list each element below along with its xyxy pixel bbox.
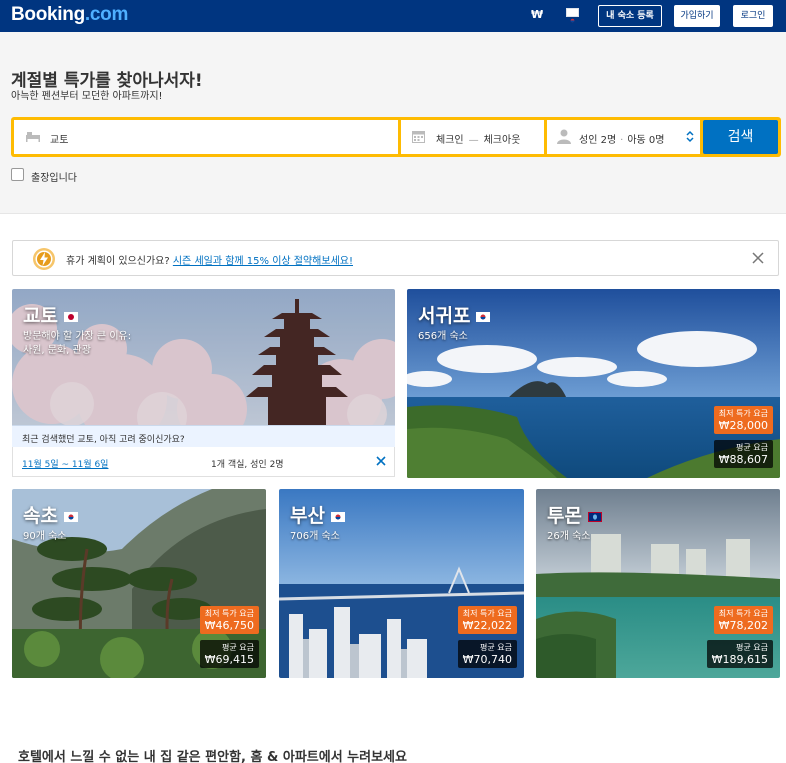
homes-section-heading: 호텔에서 느낄 수 없는 내 집 같은 편안함, 홈 & 아파트에서 누려보세요 xyxy=(18,750,407,763)
currency-selector[interactable]: ₩ xyxy=(531,8,543,21)
average-price-badge: 평균 요금 ₩88,607 xyxy=(713,440,773,468)
banner-link[interactable]: 시즌 세일과 함께 15% 이상 절약해보세요! xyxy=(173,256,353,267)
language-flag-icon[interactable] xyxy=(566,8,579,23)
search-bar: 교토 체크인 — 체크아웃 성인 2명 · 아동 0명 검색 xyxy=(11,117,781,157)
average-price-badge: 평균 요금 ₩70,740 xyxy=(457,640,517,668)
register-button[interactable]: 가입하기 xyxy=(674,5,720,27)
date-field[interactable]: 체크인 — 체크아웃 xyxy=(401,120,544,154)
deal-price-badge: 최저 특가 요금 ₩46,750 xyxy=(199,606,259,634)
destination-field[interactable]: 교토 xyxy=(14,120,398,154)
deal-price-badge: 최저 특가 요금 ₩78,202 xyxy=(713,606,773,634)
close-icon[interactable] xyxy=(752,252,764,264)
guest-separator: · xyxy=(620,135,624,146)
tumon-title: 투몬 xyxy=(547,501,602,528)
booking-logo[interactable]: Booking.com xyxy=(11,4,128,26)
lightning-deal-icon xyxy=(33,248,55,270)
tumon-property-count: 26개 숙소 xyxy=(547,531,591,542)
sokcho-property-count: 90개 숙소 xyxy=(23,531,67,542)
kyoto-title: 교토 xyxy=(23,301,78,328)
hero-subtitle: 아늑한 펜션부터 모던한 아파트까지! xyxy=(11,91,163,102)
japan-flag-icon xyxy=(63,311,78,322)
checkin-label: 체크인 xyxy=(436,135,464,146)
destination-card-seogwipo[interactable]: 서귀포 656개 숙소 최저 특가 요금 ₩28,000 평균 요금 ₩88,607 xyxy=(407,289,780,478)
business-trip-label: 출장입니다 xyxy=(31,173,77,184)
busan-title: 부산 xyxy=(290,501,345,528)
close-icon[interactable] xyxy=(376,456,386,466)
destination-value: 교토 xyxy=(50,135,69,146)
seogwipo-property-count: 656개 숙소 xyxy=(418,331,468,342)
checkout-label: 체크아웃 xyxy=(483,135,521,146)
list-property-button[interactable]: 내 숙소 등록 xyxy=(598,5,662,27)
business-trip-checkbox[interactable] xyxy=(11,168,24,181)
date-separator: — xyxy=(468,135,479,146)
chevron-updown-icon xyxy=(686,130,694,143)
destination-card-tumon[interactable]: 투몬 26개 숙소 최저 특가 요금 ₩78,202 평균 요금 ₩189,615 xyxy=(536,489,780,678)
recent-search-dates[interactable]: 11월 5일 ~ 11월 6일 xyxy=(22,457,108,470)
destination-card-kyoto[interactable]: 교토 방문해야 할 가장 큰 이유: 사원, 문화, 관광 최근 검색했던 교토… xyxy=(12,289,395,478)
calendar-icon xyxy=(412,131,425,143)
kyoto-reason-line2: 사원, 문화, 관광 xyxy=(23,345,91,356)
guam-flag-icon xyxy=(587,511,602,522)
korea-flag-icon xyxy=(330,511,345,522)
guests-field[interactable]: 성인 2명 · 아동 0명 xyxy=(547,120,700,154)
logo-suffix: .com xyxy=(84,4,129,25)
seogwipo-title: 서귀포 xyxy=(418,301,491,328)
deal-price-badge: 최저 특가 요금 ₩28,000 xyxy=(713,406,773,434)
busan-property-count: 706개 숙소 xyxy=(290,531,340,542)
sokcho-title: 속초 xyxy=(23,501,78,528)
bed-icon xyxy=(26,132,40,142)
recent-search-guests: 1개 객실, 성인 2명 xyxy=(211,460,284,470)
search-button[interactable]: 검색 xyxy=(703,120,778,154)
recent-search-details: 11월 5일 ~ 11월 6일 1개 객실, 성인 2명 xyxy=(12,447,395,477)
top-navigation-bar: Booking.com ₩ 내 숙소 등록 가입하기 로그인 xyxy=(0,0,786,32)
children-value: 아동 0명 xyxy=(627,135,665,146)
average-price-badge: 평균 요금 ₩69,415 xyxy=(199,640,259,668)
kyoto-reason-line1: 방문해야 할 가장 큰 이유: xyxy=(23,331,132,342)
search-hero: 계절별 특가를 찾아나서자! 아늑한 펜션부터 모던한 아파트까지! 교토 체크… xyxy=(0,32,786,214)
logo-text: Booking xyxy=(11,4,85,25)
promo-banner: 휴가 계획이 있으신가요? 시즌 세일과 함께 15% 이상 절약해보세요! xyxy=(12,240,779,276)
average-price-badge: 평균 요금 ₩189,615 xyxy=(706,640,773,668)
destination-card-sokcho[interactable]: 속초 90개 숙소 최저 특가 요금 ₩46,750 평균 요금 ₩69,415 xyxy=(12,489,266,678)
recent-search-prompt: 최근 검색했던 교토, 아직 고려 중이신가요? xyxy=(12,425,395,447)
korea-flag-icon xyxy=(63,511,78,522)
banner-text: 휴가 계획이 있으신가요? xyxy=(66,256,170,267)
adults-value: 성인 2명 xyxy=(579,135,617,146)
korea-flag-icon xyxy=(476,311,491,322)
person-icon xyxy=(557,129,571,144)
destination-card-busan[interactable]: 부산 706개 숙소 최저 특가 요금 ₩22,022 평균 요금 ₩70,740 xyxy=(279,489,524,678)
deal-price-badge: 최저 특가 요금 ₩22,022 xyxy=(457,606,517,634)
login-button[interactable]: 로그인 xyxy=(733,5,773,27)
